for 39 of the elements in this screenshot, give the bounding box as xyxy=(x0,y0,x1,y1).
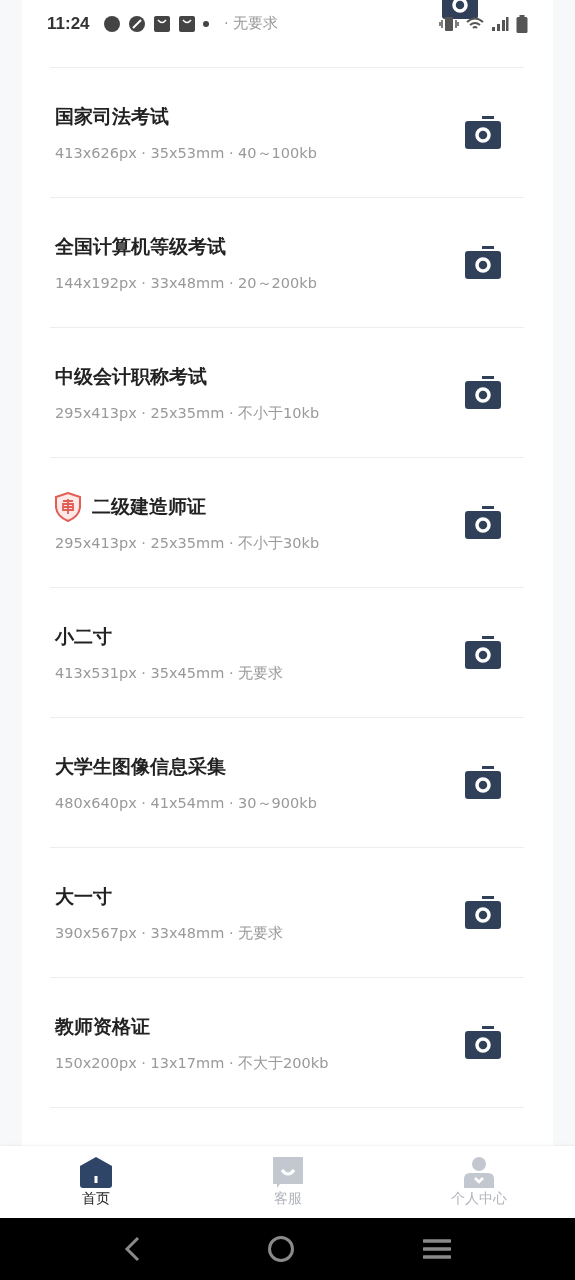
size-spec: 413x531px · 35x45mm · 无要求 xyxy=(55,664,285,683)
camera-icon[interactable] xyxy=(465,635,501,670)
size-spec: 144x192px · 33x48mm · 20～200kb xyxy=(55,274,318,293)
camera-icon[interactable] xyxy=(465,1025,501,1060)
camera-icon[interactable] xyxy=(465,245,501,280)
exam-title[interactable]: 全国计算机等级考试 xyxy=(55,234,226,260)
camera-icon[interactable] xyxy=(442,0,478,20)
camera-icon[interactable] xyxy=(465,375,501,410)
camera-icon[interactable] xyxy=(465,505,501,540)
camera-icon[interactable] xyxy=(465,115,501,150)
size-spec: 390x567px · 33x48mm · 无要求 xyxy=(55,924,285,943)
camera-icon[interactable] xyxy=(465,895,501,930)
size-spec: 295x413px · 25x35mm · 不小于10kb xyxy=(55,404,321,423)
exam-title[interactable]: 中级会计职称考试 xyxy=(55,364,207,390)
exam-title[interactable]: 小二寸 xyxy=(55,624,112,650)
size-spec: 480x640px · 41x54mm · 30～900kb xyxy=(55,794,318,813)
vibrate-icon xyxy=(439,16,459,32)
status-time: 11:24 xyxy=(47,14,90,34)
home-icon xyxy=(79,1156,112,1188)
exam-title[interactable]: 国家司法考试 xyxy=(55,104,169,130)
exam-title[interactable]: 大一寸 xyxy=(55,884,112,910)
size-spec: · 无要求 xyxy=(224,14,279,33)
shield-icon xyxy=(55,492,81,522)
exam-title[interactable]: 教师资格证 xyxy=(55,1014,150,1040)
signal-icon xyxy=(491,16,509,32)
battery-icon xyxy=(516,15,528,33)
menu-icon[interactable] xyxy=(423,1238,452,1260)
back-icon[interactable] xyxy=(123,1236,140,1262)
home-circle-icon[interactable] xyxy=(267,1235,296,1263)
nav-tab[interactable]: 首页 xyxy=(0,1146,192,1218)
person-icon xyxy=(464,1156,495,1188)
size-spec: 413x626px · 35x53mm · 40～100kb xyxy=(55,144,318,163)
chat-icon xyxy=(272,1156,303,1188)
camera-icon[interactable] xyxy=(465,765,501,800)
exam-title[interactable]: 二级建造师证 xyxy=(92,494,206,520)
size-spec: 295x413px · 25x35mm · 不小于30kb xyxy=(55,534,321,553)
exam-title[interactable]: 大学生图像信息采集 xyxy=(55,754,226,780)
size-spec: 150x200px · 13x17mm · 不大于200kb xyxy=(55,1054,330,1073)
dot-icon xyxy=(202,21,209,27)
